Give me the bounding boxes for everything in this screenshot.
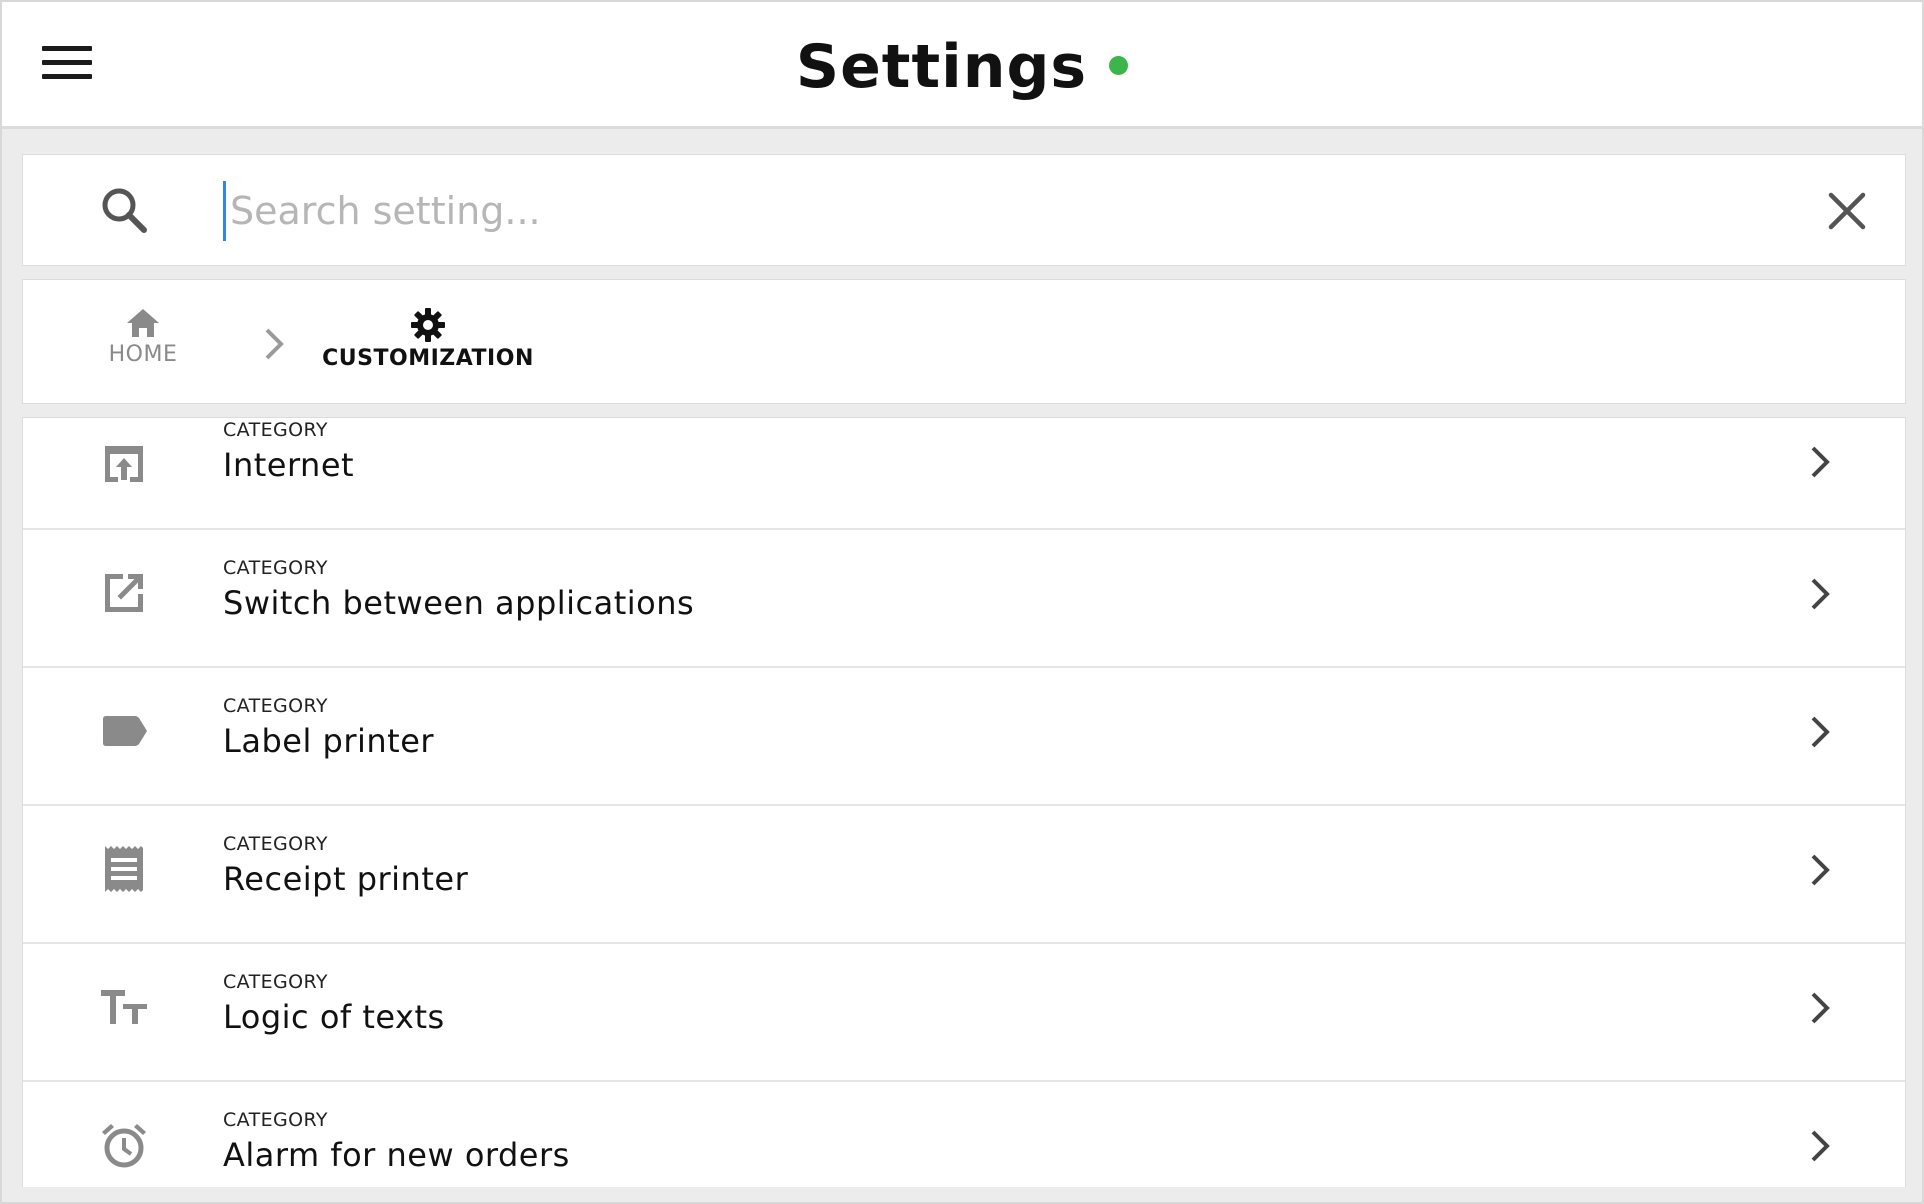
close-icon[interactable] bbox=[1825, 189, 1869, 233]
row-kicker: CATEGORY bbox=[223, 971, 328, 993]
row-text: CATEGORY Internet bbox=[223, 418, 354, 486]
row-label: Label printer bbox=[223, 722, 435, 760]
status-dot bbox=[1109, 55, 1129, 75]
row-text: CATEGORY Logic of texts bbox=[223, 970, 445, 1038]
row-label: Logic of texts bbox=[223, 998, 445, 1036]
alarm-icon bbox=[102, 1124, 146, 1168]
row-kicker: CATEGORY bbox=[223, 557, 328, 579]
list-item-receipt-printer[interactable]: CATEGORY Receipt printer bbox=[23, 806, 1905, 944]
chevron-right-icon bbox=[1811, 446, 1830, 478]
list-item-alarm-new-orders[interactable]: CATEGORY Alarm for new orders bbox=[23, 1082, 1905, 1187]
row-kicker: CATEGORY bbox=[223, 833, 328, 855]
chevron-right-icon bbox=[1811, 854, 1830, 886]
search-input[interactable] bbox=[223, 181, 1750, 241]
breadcrumb-customization-label: CUSTOMIZATION bbox=[322, 346, 534, 371]
row-label: Receipt printer bbox=[223, 860, 469, 898]
row-text: CATEGORY Label printer bbox=[223, 694, 434, 762]
open-in-browser-icon bbox=[105, 446, 143, 482]
row-text: CATEGORY Alarm for new orders bbox=[223, 1108, 570, 1176]
row-label: Switch between applications bbox=[223, 584, 695, 622]
breadcrumb-home[interactable]: HOME bbox=[83, 308, 203, 367]
text-size-icon bbox=[101, 990, 147, 1024]
row-kicker: CATEGORY bbox=[223, 1109, 328, 1131]
row-kicker: CATEGORY bbox=[223, 419, 328, 441]
receipt-icon bbox=[105, 846, 143, 892]
header: Settings bbox=[2, 2, 1922, 129]
gear-icon bbox=[411, 308, 445, 342]
list-item-label-printer[interactable]: CATEGORY Label printer bbox=[23, 668, 1905, 806]
search-icon bbox=[102, 188, 147, 233]
chevron-right-icon bbox=[1811, 992, 1830, 1024]
list-item-logic-of-texts[interactable]: CATEGORY Logic of texts bbox=[23, 944, 1905, 1082]
row-text: CATEGORY Receipt printer bbox=[223, 832, 468, 900]
row-label: Alarm for new orders bbox=[223, 1136, 570, 1174]
row-kicker: CATEGORY bbox=[223, 695, 328, 717]
settings-app: Settings HOME bbox=[0, 0, 1924, 1204]
breadcrumb: HOME CUSTOMIZATION bbox=[22, 279, 1906, 404]
breadcrumb-home-label: HOME bbox=[108, 342, 178, 367]
chevron-right-icon bbox=[1811, 716, 1830, 748]
title-wrap: Settings bbox=[2, 32, 1922, 102]
label-icon bbox=[103, 716, 147, 746]
chevron-right-icon bbox=[265, 328, 284, 360]
row-text: CATEGORY Switch between applications bbox=[223, 556, 694, 624]
chevron-right-icon bbox=[1811, 1130, 1830, 1162]
chevron-right-icon bbox=[1811, 578, 1830, 610]
category-list: CATEGORY Internet CATEGORY Switch betwee… bbox=[22, 417, 1906, 1187]
page-title: Settings bbox=[795, 32, 1088, 102]
row-label: Internet bbox=[223, 446, 355, 484]
search-bar bbox=[22, 154, 1906, 266]
list-item-internet[interactable]: CATEGORY Internet bbox=[23, 418, 1905, 530]
list-item-switch-applications[interactable]: CATEGORY Switch between applications bbox=[23, 530, 1905, 668]
open-in-new-icon bbox=[105, 574, 143, 612]
breadcrumb-customization[interactable]: CUSTOMIZATION bbox=[303, 308, 553, 371]
home-icon bbox=[127, 309, 159, 337]
